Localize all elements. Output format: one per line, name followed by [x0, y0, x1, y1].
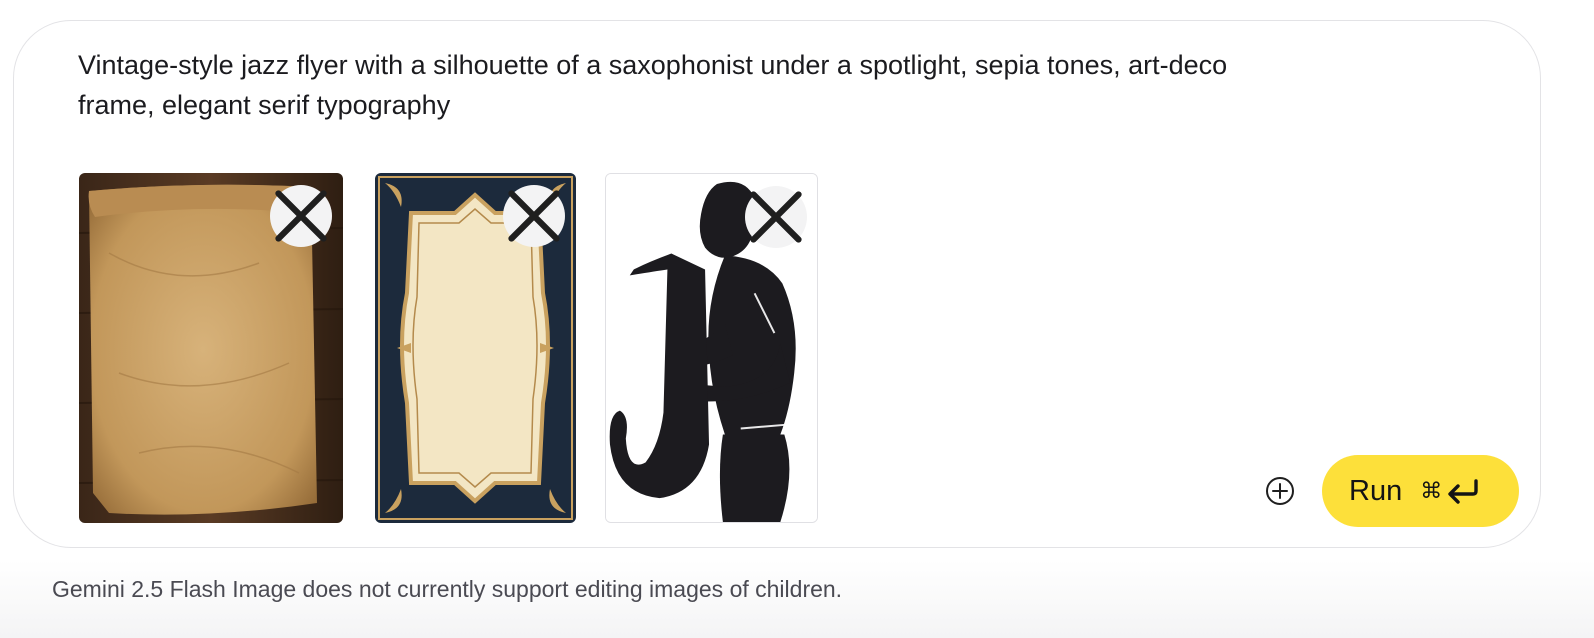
add-circle-icon — [1266, 477, 1294, 505]
close-icon — [750, 191, 802, 243]
prompt-input[interactable]: Vintage-style jazz flyer with a silhouet… — [78, 45, 1278, 125]
enter-arrow-icon — [1448, 479, 1478, 504]
run-button[interactable]: Run ⌘ — [1322, 455, 1519, 527]
attachment-art-deco-frame[interactable] — [375, 173, 576, 523]
remove-attachment-button[interactable] — [503, 185, 565, 247]
run-shortcut: ⌘ — [1420, 478, 1480, 504]
attachment-saxophonist[interactable] — [605, 173, 818, 523]
add-media-button[interactable] — [1265, 476, 1295, 506]
attachment-aged-paper[interactable] — [79, 173, 343, 523]
command-key-icon: ⌘ — [1420, 478, 1443, 504]
close-icon — [508, 190, 560, 242]
prompt-composer: Vintage-style jazz flyer with a silhouet… — [13, 20, 1541, 548]
run-button-label: Run — [1349, 474, 1403, 507]
close-icon — [275, 190, 327, 242]
disclaimer-text: Gemini 2.5 Flash Image does not currentl… — [52, 576, 843, 602]
remove-attachment-button[interactable] — [270, 185, 332, 247]
remove-attachment-button[interactable] — [745, 186, 807, 248]
